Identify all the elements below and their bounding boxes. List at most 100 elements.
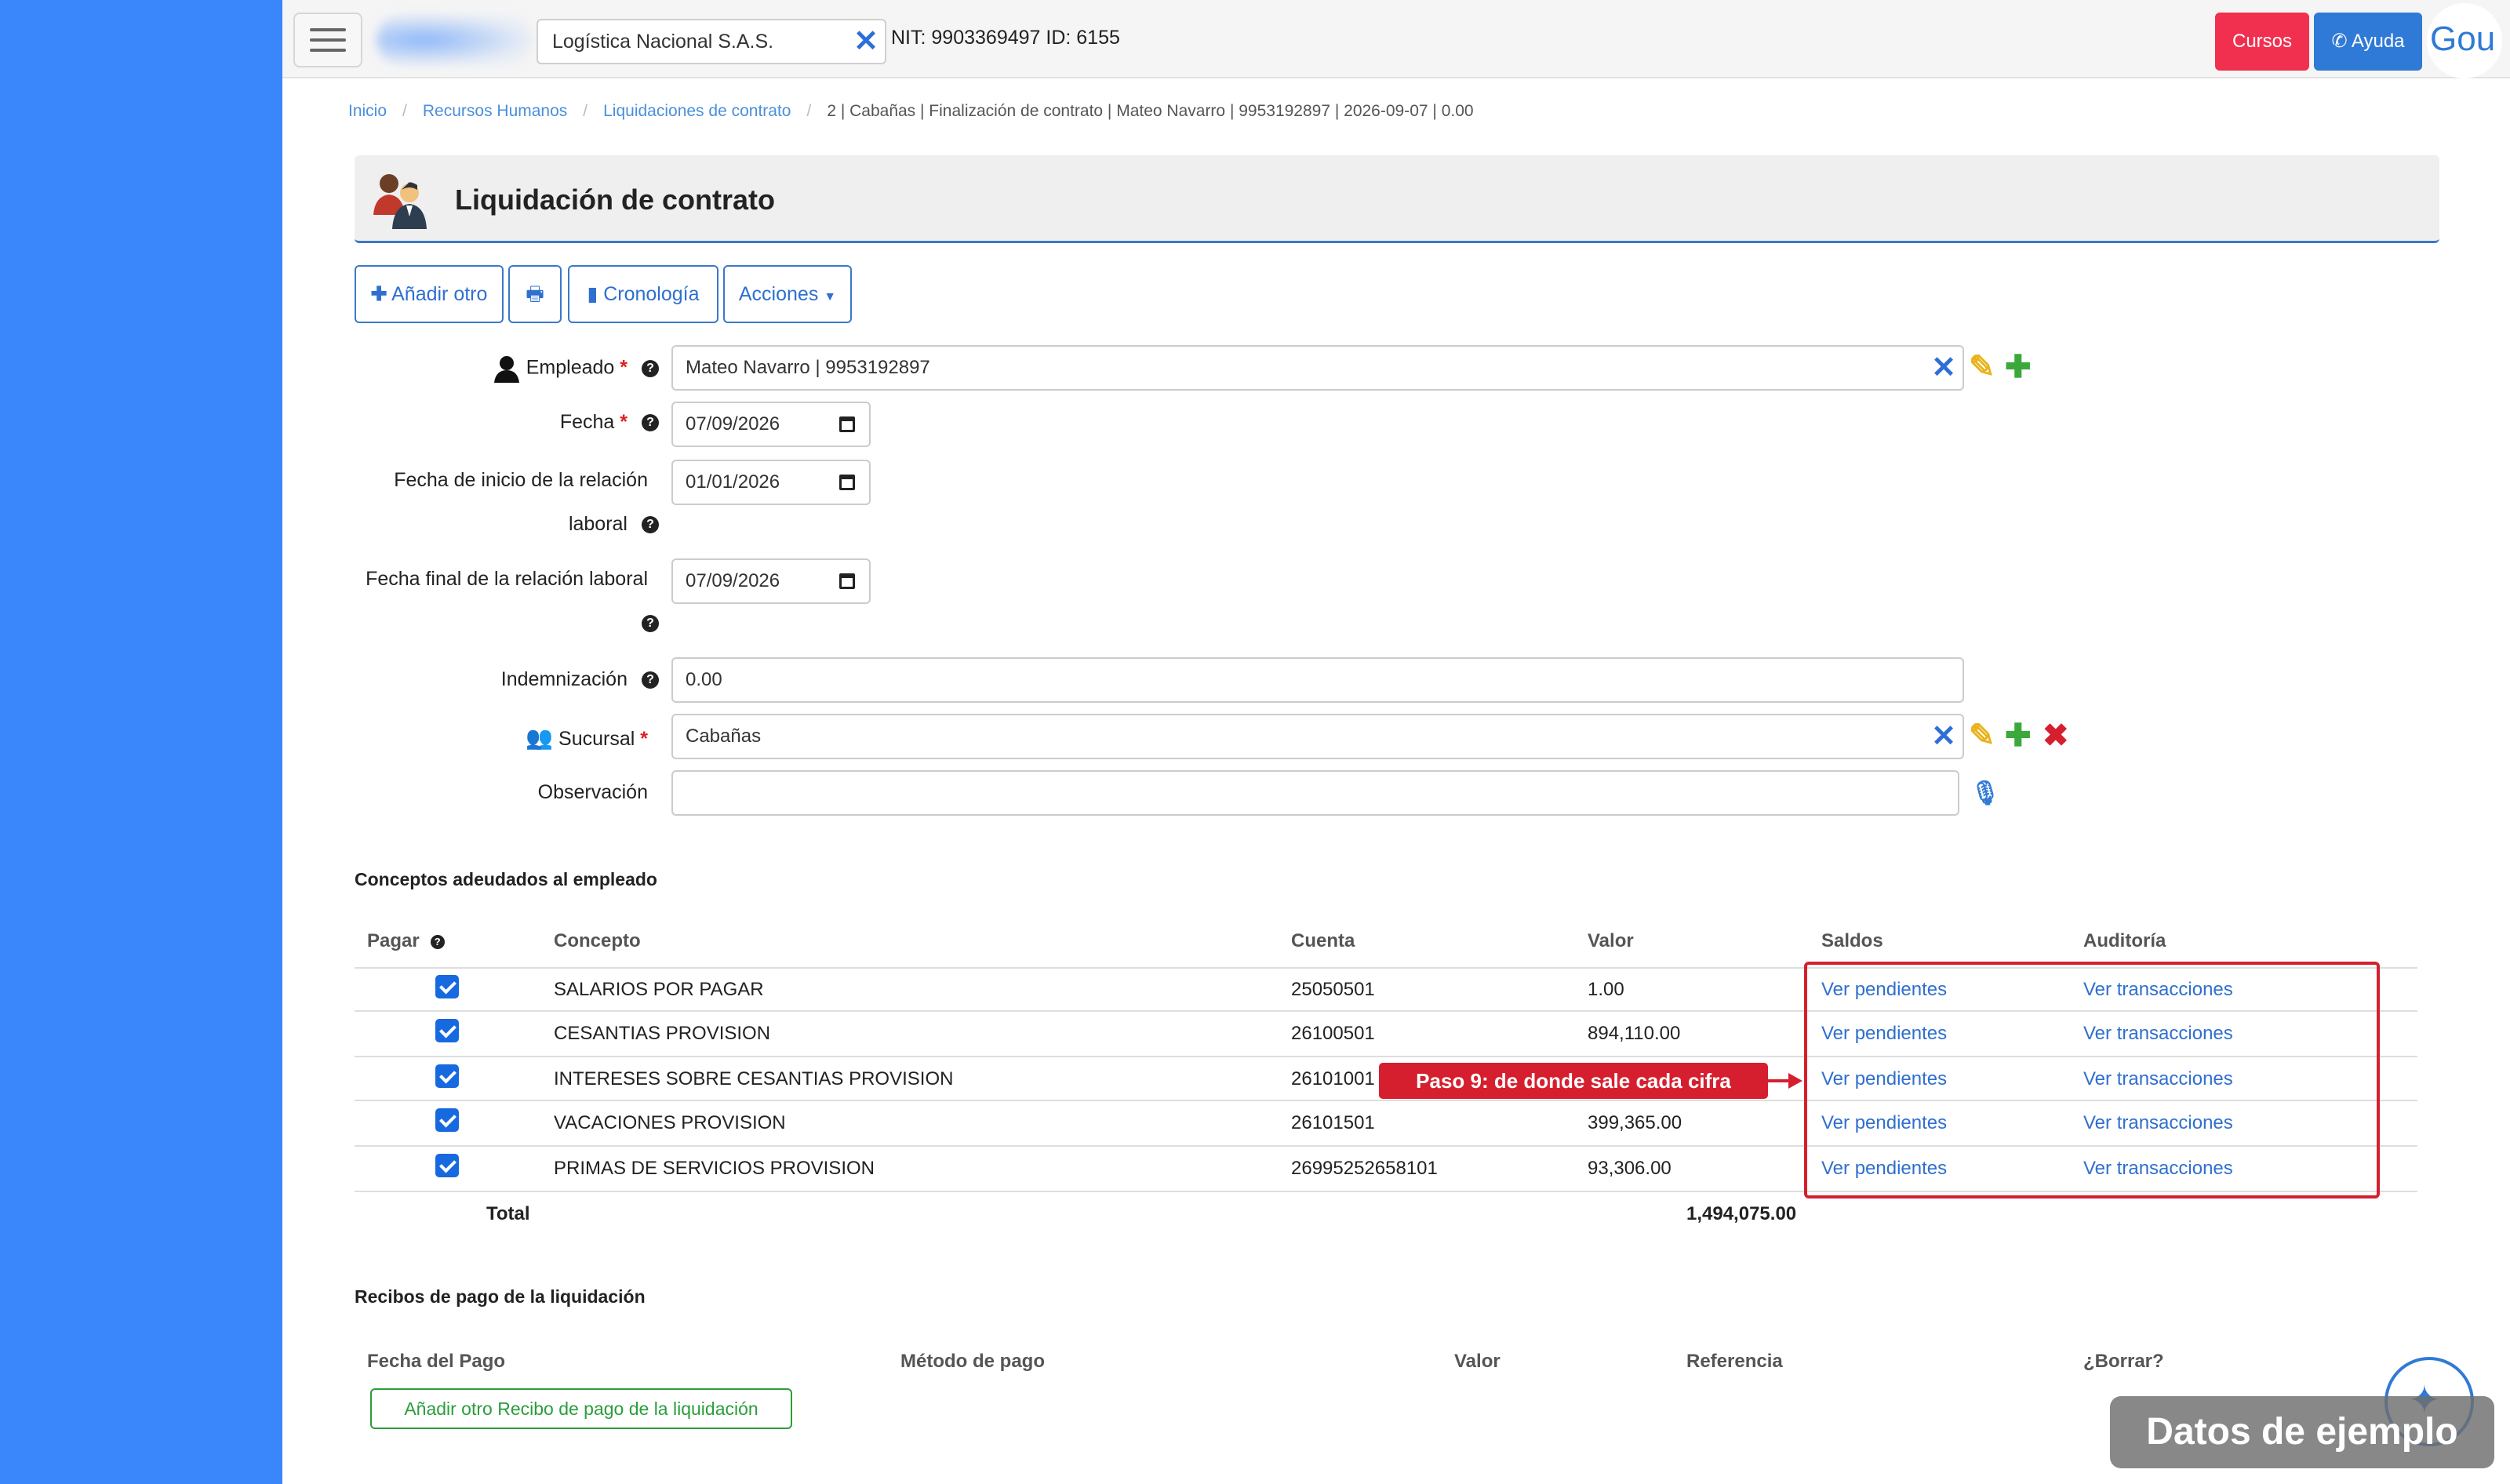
actions-label: Acciones xyxy=(738,283,819,305)
pay-header-text: Pagar xyxy=(367,930,420,951)
concept-cell: CESANTIAS PROVISION xyxy=(554,1023,771,1044)
receipt-value-column-header: Valor xyxy=(1454,1351,1501,1372)
breadcrumb-recursos-humanos[interactable]: Recursos Humanos xyxy=(423,102,567,120)
reference-column-header: Referencia xyxy=(1686,1351,1783,1372)
employee-label-text: Empleado xyxy=(526,356,615,379)
breadcrumb: Inicio / Recursos Humanos / Liquidaciones de… xyxy=(348,102,1474,121)
account-cell: 26100501 xyxy=(1291,1023,1375,1044)
help-icon[interactable]: ? xyxy=(430,934,445,949)
branch-group-icon: 👥 xyxy=(526,726,554,750)
person-icon xyxy=(493,355,521,383)
calendar-icon[interactable] xyxy=(839,573,855,589)
actions-dropdown[interactable]: Acciones ▼ xyxy=(723,265,852,323)
date-label-text: Fecha xyxy=(559,411,615,433)
remove-branch-icon[interactable]: ✖ xyxy=(2043,720,2069,751)
print-button[interactable]: 🖶 xyxy=(508,265,562,323)
observation-label: Observación xyxy=(537,781,648,803)
cursos-button[interactable]: Cursos xyxy=(2215,13,2309,71)
breadcrumb-current: 2 | Cabañas | Finalización de contrato |… xyxy=(827,102,1474,120)
user-avatar[interactable]: Gou xyxy=(2427,3,2502,78)
plus-icon: ✚ xyxy=(370,283,387,305)
step-callout: Paso 9: de donde sale cada cifra xyxy=(1379,1063,1768,1099)
delete-column-header: ¿Borrar? xyxy=(2083,1351,2164,1372)
date-input[interactable]: 07/09/2026 xyxy=(671,402,871,447)
calendar-icon[interactable] xyxy=(839,416,855,432)
pay-checkbox[interactable] xyxy=(435,975,459,998)
clear-employee-icon[interactable]: ✕ xyxy=(1931,347,1956,389)
end-date-help: ? xyxy=(612,612,659,635)
receipts-section-title: Recibos de pago de la liquidación xyxy=(355,1286,646,1307)
indemnity-input[interactable]: 0.00 xyxy=(671,657,1964,703)
sidebar xyxy=(0,0,282,1484)
account-cell: 26101501 xyxy=(1291,1112,1375,1133)
required-mark: * xyxy=(640,728,648,750)
concept-cell: PRIMAS DE SERVICIOS PROVISION xyxy=(554,1158,875,1179)
breadcrumb-separator: / xyxy=(583,102,588,120)
payment-method-column-header: Método de pago xyxy=(900,1351,1045,1372)
branch-label: 👥 Sucursal * xyxy=(471,725,648,751)
menu-toggle-button[interactable] xyxy=(293,13,362,67)
concept-cell: INTERESES SOBRE CESANTIAS PROVISION xyxy=(554,1068,954,1089)
pay-checkbox[interactable] xyxy=(435,1154,459,1177)
start-date-input[interactable]: 01/01/2026 xyxy=(671,460,871,505)
highlight-box xyxy=(1804,962,2380,1198)
end-date-input[interactable]: 07/09/2026 xyxy=(671,558,871,604)
top-bar: Logística Nacional S.A.S. ✕ NIT: 9903369… xyxy=(282,0,2510,78)
help-icon[interactable]: ? xyxy=(642,671,659,689)
company-selector-value: Logística Nacional S.A.S. xyxy=(552,31,774,53)
required-mark: * xyxy=(620,411,628,433)
clear-company-icon[interactable]: ✕ xyxy=(853,20,878,63)
ayuda-button[interactable]: ✆ Ayuda xyxy=(2314,13,2422,71)
start-date-label-line2: laboral? xyxy=(471,513,659,536)
account-cell: 26995252658101 xyxy=(1291,1158,1438,1179)
account-column-header: Cuenta xyxy=(1291,930,1355,951)
start-date-value: 01/01/2026 xyxy=(686,471,780,493)
book-icon: ▮ xyxy=(587,283,598,305)
date-label: Fecha *? xyxy=(471,411,659,434)
add-another-label: Añadir otro xyxy=(391,283,488,305)
total-label: Total xyxy=(486,1203,530,1224)
account-cell: 26101001 xyxy=(1291,1068,1375,1089)
pay-checkbox[interactable] xyxy=(435,1064,459,1088)
branch-label-text: Sucursal xyxy=(558,728,635,750)
pay-checkbox[interactable] xyxy=(435,1019,459,1042)
breadcrumb-liquidaciones[interactable]: Liquidaciones de contrato xyxy=(603,102,791,120)
indemnity-value: 0.00 xyxy=(686,669,722,690)
employees-icon xyxy=(373,174,427,229)
employee-value: Mateo Navarro | 9953192897 xyxy=(686,357,930,378)
breadcrumb-separator: / xyxy=(402,102,407,120)
branch-value: Cabañas xyxy=(686,726,762,747)
add-employee-icon[interactable]: ✚ xyxy=(2005,351,2032,383)
callout-arrow-icon xyxy=(1788,1073,1802,1089)
start-date-label-text: laboral xyxy=(568,513,628,535)
nit-info: NIT: 9903369497 ID: 6155 xyxy=(891,27,1120,49)
company-selector[interactable]: Logística Nacional S.A.S. ✕ xyxy=(537,19,886,64)
pay-column-header: Pagar? xyxy=(367,930,445,952)
help-icon[interactable]: ? xyxy=(642,360,659,377)
concept-cell: VACACIONES PROVISION xyxy=(554,1112,786,1133)
calendar-icon[interactable] xyxy=(839,475,855,490)
page-title: Liquidación de contrato xyxy=(455,184,776,216)
help-icon[interactable]: ? xyxy=(642,516,659,534)
concept-column-header: Concepto xyxy=(554,930,641,951)
pay-checkbox[interactable] xyxy=(435,1108,459,1132)
whatsapp-icon: ✆ xyxy=(2331,31,2348,52)
microphone-icon[interactable]: 🎙 xyxy=(1970,778,2000,809)
edit-branch-icon[interactable]: ✎ xyxy=(1969,720,1995,751)
add-receipt-button[interactable]: Añadir otro Recibo de pago de la liquida… xyxy=(370,1388,792,1429)
add-another-button[interactable]: ✚ Añadir otro xyxy=(355,265,504,323)
add-branch-icon[interactable]: ✚ xyxy=(2005,720,2032,751)
breadcrumb-inicio[interactable]: Inicio xyxy=(348,102,387,120)
timeline-button[interactable]: ▮ Cronología xyxy=(568,265,718,323)
clear-branch-icon[interactable]: ✕ xyxy=(1931,715,1956,758)
help-icon[interactable]: ? xyxy=(642,414,659,432)
edit-employee-icon[interactable]: ✎ xyxy=(1969,351,1995,383)
required-mark: * xyxy=(620,356,628,379)
account-cell: 25050501 xyxy=(1291,979,1375,1000)
page-header: Liquidación de contrato xyxy=(355,155,2439,243)
employee-field[interactable]: Mateo Navarro | 9953192897 ✕ xyxy=(671,345,1964,391)
indemnity-label: Indemnización? xyxy=(439,668,659,691)
help-icon[interactable]: ? xyxy=(642,615,659,633)
branch-field[interactable]: Cabañas ✕ xyxy=(671,714,1964,759)
observation-input[interactable] xyxy=(671,770,1959,816)
